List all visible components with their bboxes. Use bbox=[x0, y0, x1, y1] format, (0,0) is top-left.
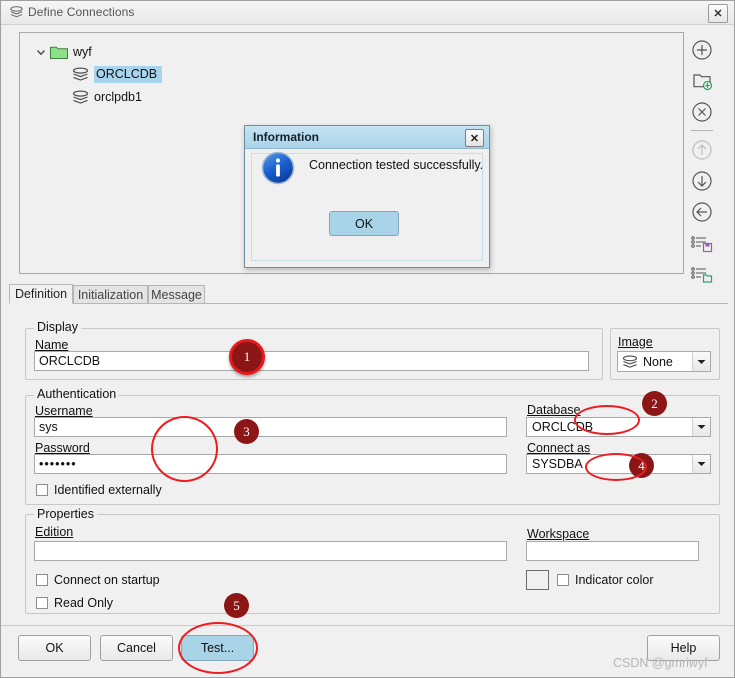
read-only-label: Read Only bbox=[54, 596, 114, 610]
tab-strip: Definition Initialization Message bbox=[9, 284, 728, 304]
password-input[interactable]: ••••••• bbox=[34, 454, 507, 474]
checkbox-box bbox=[36, 574, 48, 586]
image-select[interactable]: None bbox=[617, 351, 711, 372]
name-label: Name bbox=[35, 338, 69, 352]
move-up-button[interactable] bbox=[689, 137, 715, 163]
move-back-button[interactable] bbox=[689, 199, 715, 225]
watermark: CSDN @gmriwyf bbox=[613, 656, 708, 670]
window-title-bar: Define Connections ✕ bbox=[1, 1, 734, 25]
read-only-checkbox[interactable]: Read Only bbox=[36, 596, 113, 610]
tree-toolbar bbox=[689, 37, 721, 292]
add-connection-button[interactable] bbox=[689, 37, 715, 63]
username-label: Username bbox=[35, 404, 93, 418]
username-input[interactable]: sys bbox=[34, 417, 507, 437]
indicator-color-label: Indicator color bbox=[575, 573, 654, 587]
checkbox-box bbox=[557, 574, 569, 586]
database-stack-icon bbox=[72, 66, 89, 81]
annotation-badge-5: 5 bbox=[224, 593, 249, 618]
information-dialog-message: Connection tested successfully. bbox=[309, 158, 484, 172]
edition-label: Edition bbox=[35, 525, 74, 539]
database-stack-icon bbox=[622, 354, 638, 368]
tree-node-orclpdb1[interactable]: orclpdb1 bbox=[72, 87, 142, 107]
chevron-down-icon[interactable] bbox=[692, 352, 710, 371]
close-icon[interactable]: ✕ bbox=[708, 4, 728, 23]
ok-button-label: OK bbox=[45, 641, 64, 655]
information-dialog-title: Information bbox=[253, 130, 319, 144]
checkbox-box bbox=[36, 484, 48, 496]
new-folder-button[interactable] bbox=[689, 68, 715, 94]
tab-definition[interactable]: Definition bbox=[9, 284, 73, 304]
define-connections-window: Define Connections ✕ wyf ORCLCDB orclpdb… bbox=[0, 0, 735, 678]
database-label: Database bbox=[527, 403, 581, 417]
information-dialog: Information ✕ Connection tested successf… bbox=[244, 125, 490, 268]
indicator-color-checkbox[interactable]: Indicator color bbox=[557, 573, 654, 587]
annotation-badge-2: 2 bbox=[642, 391, 667, 416]
button-bar-divider bbox=[1, 625, 734, 626]
annotation-badge-1: 1 bbox=[229, 339, 265, 375]
identified-externally-checkbox[interactable]: Identified externally bbox=[36, 483, 162, 497]
image-select-value: None bbox=[643, 354, 673, 369]
workspace-label: Workspace bbox=[527, 527, 590, 541]
window-title: Define Connections bbox=[28, 5, 135, 19]
info-circle-icon bbox=[261, 151, 295, 185]
cancel-button-label: Cancel bbox=[117, 641, 156, 655]
properties-group-title: Properties bbox=[34, 507, 97, 521]
name-input[interactable]: ORCLCDB bbox=[34, 351, 589, 371]
folder-icon bbox=[50, 46, 68, 59]
tree-node-orclcdb[interactable]: ORCLCDB bbox=[72, 64, 163, 84]
cancel-button[interactable]: Cancel bbox=[100, 635, 173, 661]
database-stack-icon bbox=[72, 89, 89, 104]
annotation-ellipse-4 bbox=[585, 453, 647, 481]
annotation-ellipse-5 bbox=[178, 622, 258, 674]
annotation-badge-3: 3 bbox=[234, 419, 259, 444]
information-ok-label: OK bbox=[354, 216, 374, 231]
tree-node-wyf[interactable]: wyf bbox=[32, 42, 92, 62]
toolbar-divider bbox=[691, 130, 713, 131]
chevron-down-icon[interactable] bbox=[692, 418, 710, 436]
indicator-color-swatch[interactable] bbox=[526, 570, 549, 590]
edition-input[interactable] bbox=[34, 541, 507, 561]
tree-node-label: orclpdb1 bbox=[94, 90, 142, 104]
connect-as-label: Connect as bbox=[527, 441, 591, 455]
connect-on-startup-label: Connect on startup bbox=[54, 573, 160, 587]
annotation-ellipse-3 bbox=[151, 416, 218, 482]
properties-group bbox=[25, 514, 720, 614]
tree-node-label: ORCLCDB bbox=[94, 65, 163, 83]
information-ok-button[interactable]: OK bbox=[329, 211, 399, 236]
display-group-title: Display bbox=[34, 320, 81, 334]
help-button-label: Help bbox=[670, 641, 697, 655]
connect-on-startup-checkbox[interactable]: Connect on startup bbox=[36, 573, 160, 587]
ok-button[interactable]: OK bbox=[18, 635, 91, 661]
workspace-input[interactable] bbox=[526, 541, 699, 561]
delete-connection-button[interactable] bbox=[689, 99, 715, 125]
annotation-ellipse-2 bbox=[574, 405, 640, 435]
close-icon[interactable]: ✕ bbox=[465, 129, 484, 147]
database-stack-icon bbox=[10, 6, 23, 18]
chevron-down-icon[interactable] bbox=[32, 43, 50, 61]
chevron-down-icon[interactable] bbox=[692, 455, 710, 473]
checkbox-box bbox=[36, 597, 48, 609]
password-label: Password bbox=[35, 441, 90, 455]
tab-underline bbox=[9, 303, 728, 304]
export-list-button[interactable] bbox=[689, 230, 715, 256]
image-label: Image bbox=[618, 335, 653, 349]
move-down-button[interactable] bbox=[689, 168, 715, 194]
tab-message[interactable]: Message bbox=[148, 285, 205, 304]
tab-initialization[interactable]: Initialization bbox=[73, 285, 148, 304]
authentication-group-title: Authentication bbox=[34, 387, 120, 401]
tree-node-label: wyf bbox=[73, 45, 92, 59]
identified-externally-label: Identified externally bbox=[54, 483, 162, 497]
